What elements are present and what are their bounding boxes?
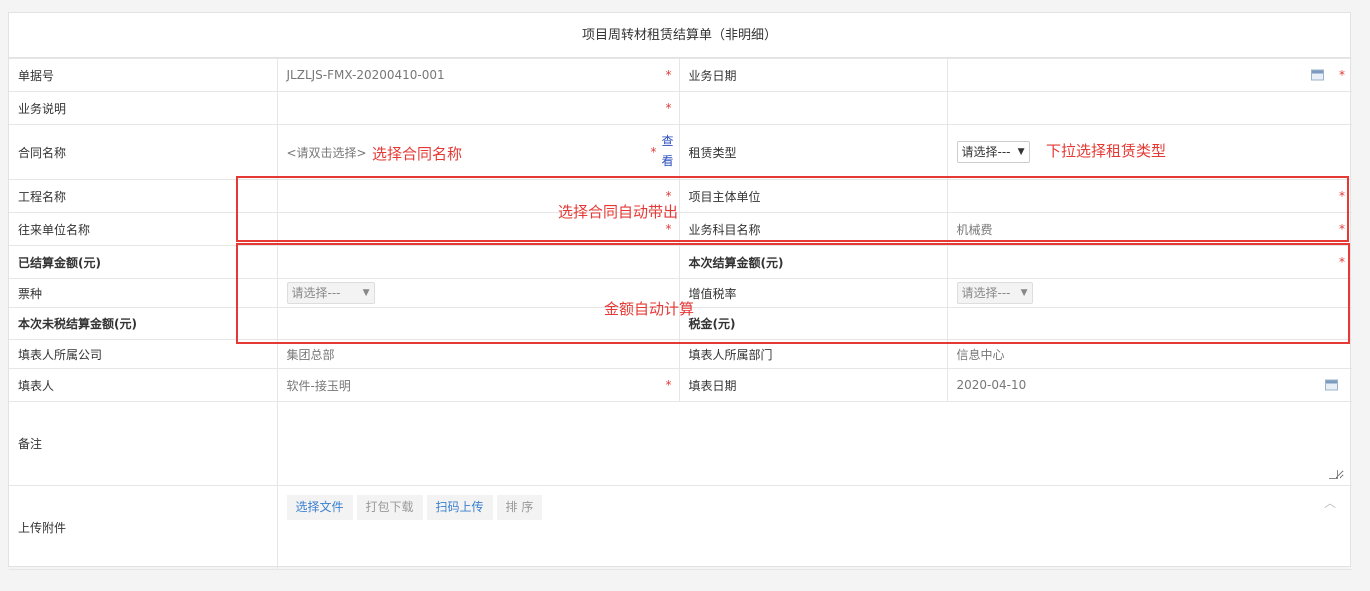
calendar-icon[interactable]: [1311, 69, 1324, 81]
chevron-up-icon[interactable]: ︿: [1324, 494, 1336, 511]
biz-desc-field[interactable]: *: [276, 91, 680, 125]
scan-upload-button[interactable]: 扫码上传: [426, 495, 493, 520]
remark-label: 备注: [9, 401, 278, 486]
lease-type-select[interactable]: 请选择--- ▼: [956, 141, 1030, 163]
annotation-auto-bring: 选择合同自动带出: [558, 203, 679, 221]
resize-grip-icon[interactable]: [1329, 470, 1338, 479]
attachments-field: 选择文件 打包下载 扫码上传排 序 ︿: [276, 485, 1352, 570]
contract-name-field[interactable]: <请双击选择> * 查看: [276, 124, 680, 180]
annotation-select-contract: 选择合同名称: [372, 145, 463, 163]
remark-field: [276, 401, 1352, 486]
required-mark: *: [1339, 68, 1345, 82]
choose-file-button[interactable]: 选择文件: [286, 495, 353, 520]
fill-date-field[interactable]: 2020-04-10: [946, 368, 1352, 402]
filler-label: 填表人: [9, 368, 278, 402]
sort-button[interactable]: 排 序: [496, 495, 543, 520]
pack-download-button[interactable]: 打包下载: [356, 495, 423, 520]
fill-date-label: 填表日期: [678, 368, 948, 402]
contract-name-placeholder[interactable]: <请双击选择>: [287, 146, 367, 160]
annotation-lease-type: 下拉选择租赁类型: [1046, 142, 1167, 160]
biz-date-field[interactable]: *: [946, 58, 1352, 92]
calendar-icon[interactable]: [1325, 379, 1338, 391]
empty-cell: [678, 91, 948, 125]
filler-field[interactable]: 软件-接玉明 *: [276, 368, 680, 402]
biz-desc-label: 业务说明: [9, 91, 278, 125]
required-mark: *: [665, 68, 672, 82]
lease-type-label: 租赁类型: [678, 124, 948, 180]
attachments-label: 上传附件: [9, 485, 278, 570]
annotation-auto-calc: 金额自动计算: [604, 300, 695, 318]
contract-name-label: 合同名称: [9, 124, 278, 180]
required-mark: *: [650, 145, 657, 159]
chevron-down-icon: ▼: [1017, 147, 1025, 157]
remark-textarea[interactable]: [285, 408, 1344, 479]
doc-no-label: 单据号: [9, 58, 278, 92]
biz-date-label: 业务日期: [678, 58, 948, 92]
auto-fill-highlight-box: [236, 176, 1349, 242]
doc-no-field[interactable]: JLZLJS-FMX-20200410-001 *: [276, 58, 680, 92]
form-title: 项目周转材租赁结算单（非明细）: [9, 13, 1350, 58]
required-mark: *: [665, 378, 672, 392]
required-mark: *: [665, 101, 672, 115]
auto-calc-highlight-box: [236, 243, 1350, 344]
view-contract-link[interactable]: 查看: [661, 131, 675, 171]
empty-cell: [946, 91, 1352, 125]
